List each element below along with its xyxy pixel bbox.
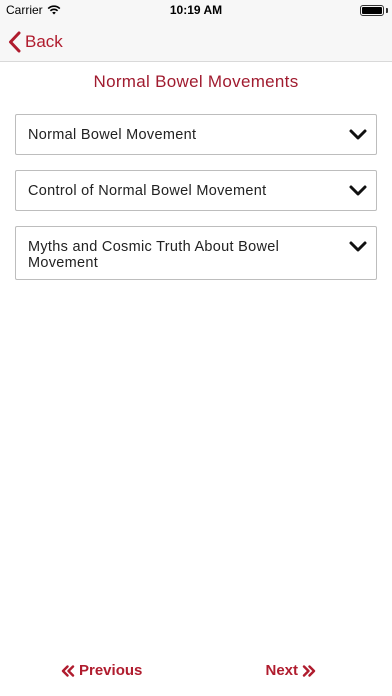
chevron-down-icon[interactable] (348, 238, 368, 256)
back-button[interactable]: Back (8, 28, 63, 56)
accordion-item-normal-bowel-movement[interactable]: Normal Bowel Movement (15, 114, 377, 155)
battery-tip (386, 8, 388, 13)
back-label: Back (25, 32, 63, 51)
battery-fill (362, 7, 382, 14)
chevron-down-icon[interactable] (348, 126, 368, 144)
chevron-left-icon (9, 31, 21, 53)
battery-icon (360, 5, 384, 16)
accordion: Normal Bowel Movement Control of Normal … (15, 114, 377, 295)
accordion-item-label: Control of Normal Bowel Movement (28, 183, 267, 199)
previous-button[interactable]: Previous (61, 662, 142, 679)
page-title: Normal Bowel Movements (93, 72, 299, 91)
accordion-item-myths-and-cosmic-truth[interactable]: Myths and Cosmic Truth About Bowel Movem… (15, 226, 377, 280)
next-button[interactable]: Next (265, 662, 316, 679)
double-chevron-left-icon (61, 664, 75, 677)
status-bar: Carrier 10:19 AM (0, 0, 392, 20)
accordion-item-label: Normal Bowel Movement (28, 127, 197, 143)
double-chevron-right-icon (302, 664, 316, 677)
chevron-down-icon[interactable] (348, 182, 368, 200)
status-time: 10:19 AM (169, 3, 223, 17)
accordion-item-label: Myths and Cosmic Truth About Bowel Movem… (28, 239, 280, 271)
previous-label: Previous (79, 662, 143, 679)
screen: Carrier 10:19 AM Back Normal Bowel Movem… (0, 0, 392, 696)
accordion-item-control-of-normal-bowel-movement[interactable]: Control of Normal Bowel Movement (15, 170, 377, 211)
navigation-bar: Back (0, 20, 392, 62)
next-label: Next (265, 662, 298, 679)
footer-navigation: Previous Next (0, 660, 392, 684)
